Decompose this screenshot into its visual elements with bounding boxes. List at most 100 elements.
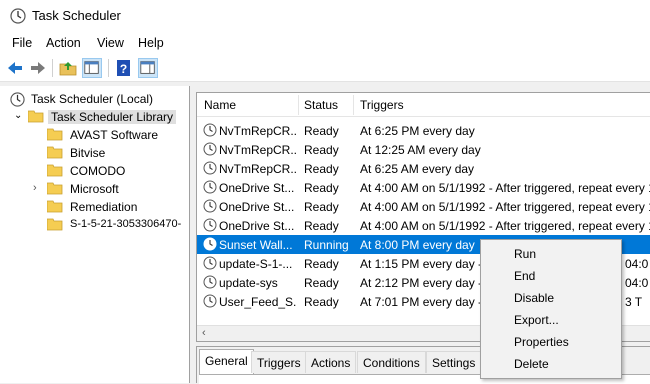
- task-scheduler-icon: [10, 8, 26, 24]
- chevron-right-icon[interactable]: ›: [33, 182, 37, 194]
- menu-view[interactable]: View: [97, 36, 124, 50]
- tree-item-microsoft[interactable]: › Microsoft: [30, 180, 188, 198]
- table-row[interactable]: OneDrive St... Ready At 4:00 AM on 5/1/199…: [197, 178, 650, 197]
- task-status: Ready: [304, 181, 339, 195]
- tab-general[interactable]: General: [199, 349, 254, 374]
- tab-conditions[interactable]: Conditions: [357, 351, 426, 373]
- task-clock-icon: [203, 294, 217, 308]
- task-name: update-S-1-...: [219, 257, 293, 271]
- tree-item-sid[interactable]: S-1-5-21-3053306470-: [30, 216, 188, 234]
- column-header-status[interactable]: Status: [304, 98, 338, 112]
- task-trigger: At 4:00 AM on 5/1/1992 - After triggered…: [360, 181, 650, 195]
- window-title: Task Scheduler: [32, 8, 121, 23]
- task-status: Ready: [304, 124, 339, 138]
- task-clock-icon: [203, 123, 217, 137]
- task-status: Ready: [304, 257, 339, 271]
- task-name: OneDrive St...: [219, 181, 295, 195]
- clock-icon: [10, 92, 25, 107]
- task-name: NvTmRepCR...: [219, 143, 297, 157]
- table-row[interactable]: NvTmRepCR... Ready At 6:25 AM every day: [197, 159, 650, 178]
- tree-item-bitvise[interactable]: Bitvise: [30, 144, 188, 162]
- tree-item-label: COMODO: [70, 164, 126, 178]
- task-trigger-overflow: 04:0: [625, 257, 649, 271]
- menu-item-delete[interactable]: Delete: [514, 357, 549, 371]
- toolbar-separator: [52, 59, 53, 77]
- task-list-header: Name Status Triggers: [197, 93, 650, 117]
- table-row[interactable]: NvTmRepCR... Ready At 6:25 PM every day: [197, 121, 650, 140]
- scroll-left-icon[interactable]: ‹: [202, 327, 206, 339]
- back-arrow-icon[interactable]: [5, 58, 25, 78]
- task-name: OneDrive St...: [219, 200, 295, 214]
- task-status: Ready: [304, 200, 339, 214]
- context-menu: Run End Disable Export... Properties Del…: [480, 239, 622, 379]
- column-header-name[interactable]: Name: [204, 98, 236, 112]
- tree-item-label: S-1-5-21-3053306470-: [70, 218, 182, 230]
- tab-triggers[interactable]: Triggers: [251, 351, 307, 373]
- column-divider[interactable]: [298, 95, 299, 115]
- up-folder-icon[interactable]: [58, 58, 78, 78]
- task-name: NvTmRepCR...: [219, 162, 297, 176]
- menu-item-end[interactable]: End: [514, 269, 535, 283]
- task-status: Ready: [304, 219, 339, 233]
- task-clock-icon: [203, 199, 217, 213]
- menu-action[interactable]: Action: [46, 36, 81, 50]
- folder-icon: [47, 218, 63, 231]
- folder-icon: [47, 146, 63, 159]
- task-trigger: At 6:25 AM every day: [360, 162, 475, 176]
- help-icon[interactable]: ?: [114, 58, 134, 78]
- tree-item-comodo[interactable]: COMODO: [30, 162, 188, 180]
- tab-settings[interactable]: Settings: [426, 351, 482, 373]
- tree-root-label: Task Scheduler (Local): [31, 92, 154, 106]
- console-tree: Task Scheduler (Local) ⌄ Task Scheduler …: [0, 86, 190, 383]
- menu-item-properties[interactable]: Properties: [514, 335, 569, 349]
- menu-file[interactable]: File: [12, 36, 32, 50]
- tab-actions[interactable]: Actions: [305, 351, 357, 373]
- column-header-triggers[interactable]: Triggers: [360, 98, 404, 112]
- task-clock-icon: [203, 218, 217, 232]
- table-row[interactable]: OneDrive St... Ready At 4:00 AM on 5/1/199…: [197, 216, 650, 235]
- task-status: Ready: [304, 295, 339, 309]
- menu-help[interactable]: Help: [138, 36, 164, 50]
- tree-item-label: Remediation: [70, 200, 138, 214]
- task-trigger-overflow: 3 T: [625, 295, 643, 309]
- table-row[interactable]: OneDrive St... Ready At 4:00 AM on 5/1/199…: [197, 197, 650, 216]
- forward-arrow-icon[interactable]: [28, 58, 48, 78]
- task-name: Sunset Wall...: [219, 238, 293, 252]
- task-name: OneDrive St...: [219, 219, 295, 233]
- task-status: Ready: [304, 276, 339, 290]
- task-clock-icon: [203, 256, 217, 270]
- folder-icon: [47, 182, 63, 195]
- tree-item-library[interactable]: ⌄ Task Scheduler Library: [14, 108, 184, 126]
- tree-item-label: AVAST Software: [70, 128, 159, 142]
- task-trigger: At 4:00 AM on 5/1/1992 - After triggered…: [360, 219, 650, 233]
- toolbar: ?: [0, 54, 650, 82]
- task-trigger: At 6:25 PM every day: [360, 124, 475, 138]
- folder-icon: [47, 200, 63, 213]
- task-name: User_Feed_S...: [219, 295, 297, 309]
- task-trigger: At 4:00 AM on 5/1/1992 - After triggered…: [360, 200, 650, 214]
- task-trigger-overflow: 04:0: [625, 276, 649, 290]
- task-clock-icon: [203, 161, 217, 175]
- folder-icon: [47, 128, 63, 141]
- tree-item-root[interactable]: Task Scheduler (Local): [8, 90, 188, 108]
- task-name: NvTmRepCR...: [219, 124, 297, 138]
- column-divider[interactable]: [353, 95, 354, 115]
- svg-text:?: ?: [120, 62, 127, 76]
- tree-item-remediation[interactable]: Remediation: [30, 198, 188, 216]
- chevron-down-icon[interactable]: ⌄: [14, 110, 22, 121]
- show-hide-console-tree-icon[interactable]: [82, 58, 102, 78]
- show-hide-action-pane-icon[interactable]: [138, 58, 158, 78]
- tree-item-avast[interactable]: AVAST Software: [30, 126, 188, 144]
- menu-item-disable[interactable]: Disable: [514, 291, 554, 305]
- table-row[interactable]: NvTmRepCR... Ready At 12:25 AM every day: [197, 140, 650, 159]
- tree-library-label: Task Scheduler Library: [48, 110, 177, 124]
- open-folder-icon: [28, 110, 44, 123]
- task-clock-icon: [203, 142, 217, 156]
- tree-item-label: Bitvise: [70, 146, 106, 160]
- task-trigger: At 12:25 AM every day: [360, 143, 481, 157]
- folder-icon: [47, 164, 63, 177]
- menu-item-run[interactable]: Run: [514, 247, 536, 261]
- menu-bar: File Action View Help: [0, 32, 650, 54]
- task-status: Ready: [304, 143, 339, 157]
- menu-item-export[interactable]: Export...: [514, 313, 559, 327]
